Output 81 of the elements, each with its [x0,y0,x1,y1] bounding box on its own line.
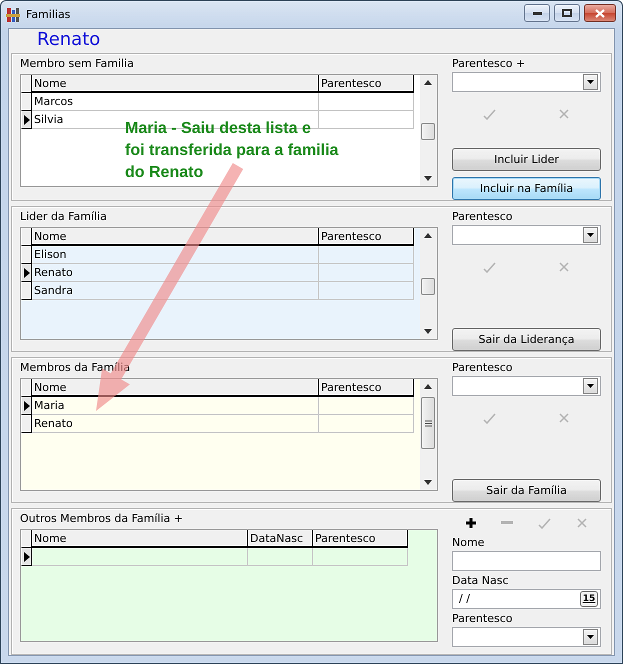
column-header[interactable]: Parentesco [313,530,408,548]
scroll-down-icon[interactable] [424,329,432,334]
scrollbar[interactable] [420,228,437,339]
scrollbar[interactable] [420,75,437,186]
window-title: Familias [26,8,72,21]
minimize-icon [532,12,542,14]
scroll-up-icon[interactable] [424,384,432,389]
scrollbar[interactable] [420,379,437,490]
row-selector[interactable] [21,548,32,566]
row-selector[interactable] [21,282,32,300]
action-button[interactable]: Sair da Liderança [452,328,601,351]
column-header[interactable]: Nome [32,530,248,548]
column-header[interactable]: Parentesco [319,379,414,397]
field-label: Parentesco [452,209,514,225]
scroll-up-icon[interactable] [424,233,432,238]
data-grid[interactable]: Nome Parentesco Elison Renato Sandra [20,227,438,340]
data-grid[interactable]: Nome DataNasc Parentesco [20,529,438,642]
plus-icon[interactable] [464,516,478,530]
row-selector[interactable] [21,397,32,415]
maximize-icon [562,9,572,17]
row-selector[interactable] [21,246,32,264]
row-header [21,530,32,548]
table-cell: Sandra [32,282,319,300]
scroll-up-icon[interactable] [424,80,432,85]
row-selector[interactable] [21,93,32,111]
dropdown-field[interactable] [452,225,601,245]
row-selector[interactable] [21,111,32,129]
date-field[interactable]: / / 15 [452,589,601,609]
data-grid[interactable]: Nome Parentesco Maria Renato [20,378,438,491]
caret-icon [587,80,594,84]
dropdown-field[interactable] [452,627,601,647]
table-cell [248,548,313,566]
field-label: Parentesco [452,360,514,376]
row-header [21,228,32,246]
action-button[interactable]: Incluir na Família [452,177,601,200]
caret-icon [587,233,594,237]
grip-icon [425,420,432,427]
scroll-down-icon[interactable] [424,176,432,181]
input-field[interactable] [452,551,601,571]
action-button[interactable]: Incluir Lider [452,148,601,171]
row-header [21,379,32,397]
scroll-thumb[interactable] [421,123,435,140]
group-title: Lider da Família [20,209,108,225]
family-heading: Renato [36,29,102,52]
calendar-button[interactable]: 15 [580,591,598,607]
annotation-text: Maria - Saiu desta lista e foi transferida para a familia do Renato [125,119,338,183]
scroll-down-icon[interactable] [424,480,432,485]
close-icon [595,8,605,18]
row-header [21,75,32,93]
column-header[interactable]: Parentesco [319,228,414,246]
scroll-thumb[interactable] [421,278,435,295]
group-title: Outros Membros da Família + [20,511,184,527]
action-button[interactable]: Sair da Família [452,479,601,502]
minimize-button[interactable] [524,4,550,22]
caret-icon [587,635,594,639]
caret-icon [587,384,594,388]
group-title: Membros da Família [20,360,132,376]
group-title: Membro sem Familia [20,56,135,72]
column-header[interactable]: Nome [32,379,319,397]
table-cell: Maria [32,397,319,415]
field-label: Parentesco [452,611,514,627]
column-header[interactable]: Parentesco [319,75,414,93]
maximize-button[interactable] [554,4,580,22]
close-button[interactable] [584,4,616,22]
column-header[interactable]: DataNasc [248,530,313,548]
column-header[interactable]: Nome [32,228,319,246]
scroll-thumb[interactable] [421,397,435,449]
field-label: Parentesco + [452,56,526,72]
table-cell: Elison [32,246,319,264]
column-header[interactable]: Nome [32,75,319,93]
dropdown-field[interactable] [452,376,601,396]
date-value: / / [459,592,470,606]
field-label: Data Nasc [452,573,510,589]
field-label: Nome [452,535,486,551]
table-cell: Renato [32,415,319,433]
row-selector[interactable] [21,415,32,433]
row-selector[interactable] [21,264,32,282]
table-cell: Renato [32,264,319,282]
app-icon [5,6,21,22]
table-cell: Marcos [32,93,319,111]
dropdown-field[interactable] [452,72,601,92]
